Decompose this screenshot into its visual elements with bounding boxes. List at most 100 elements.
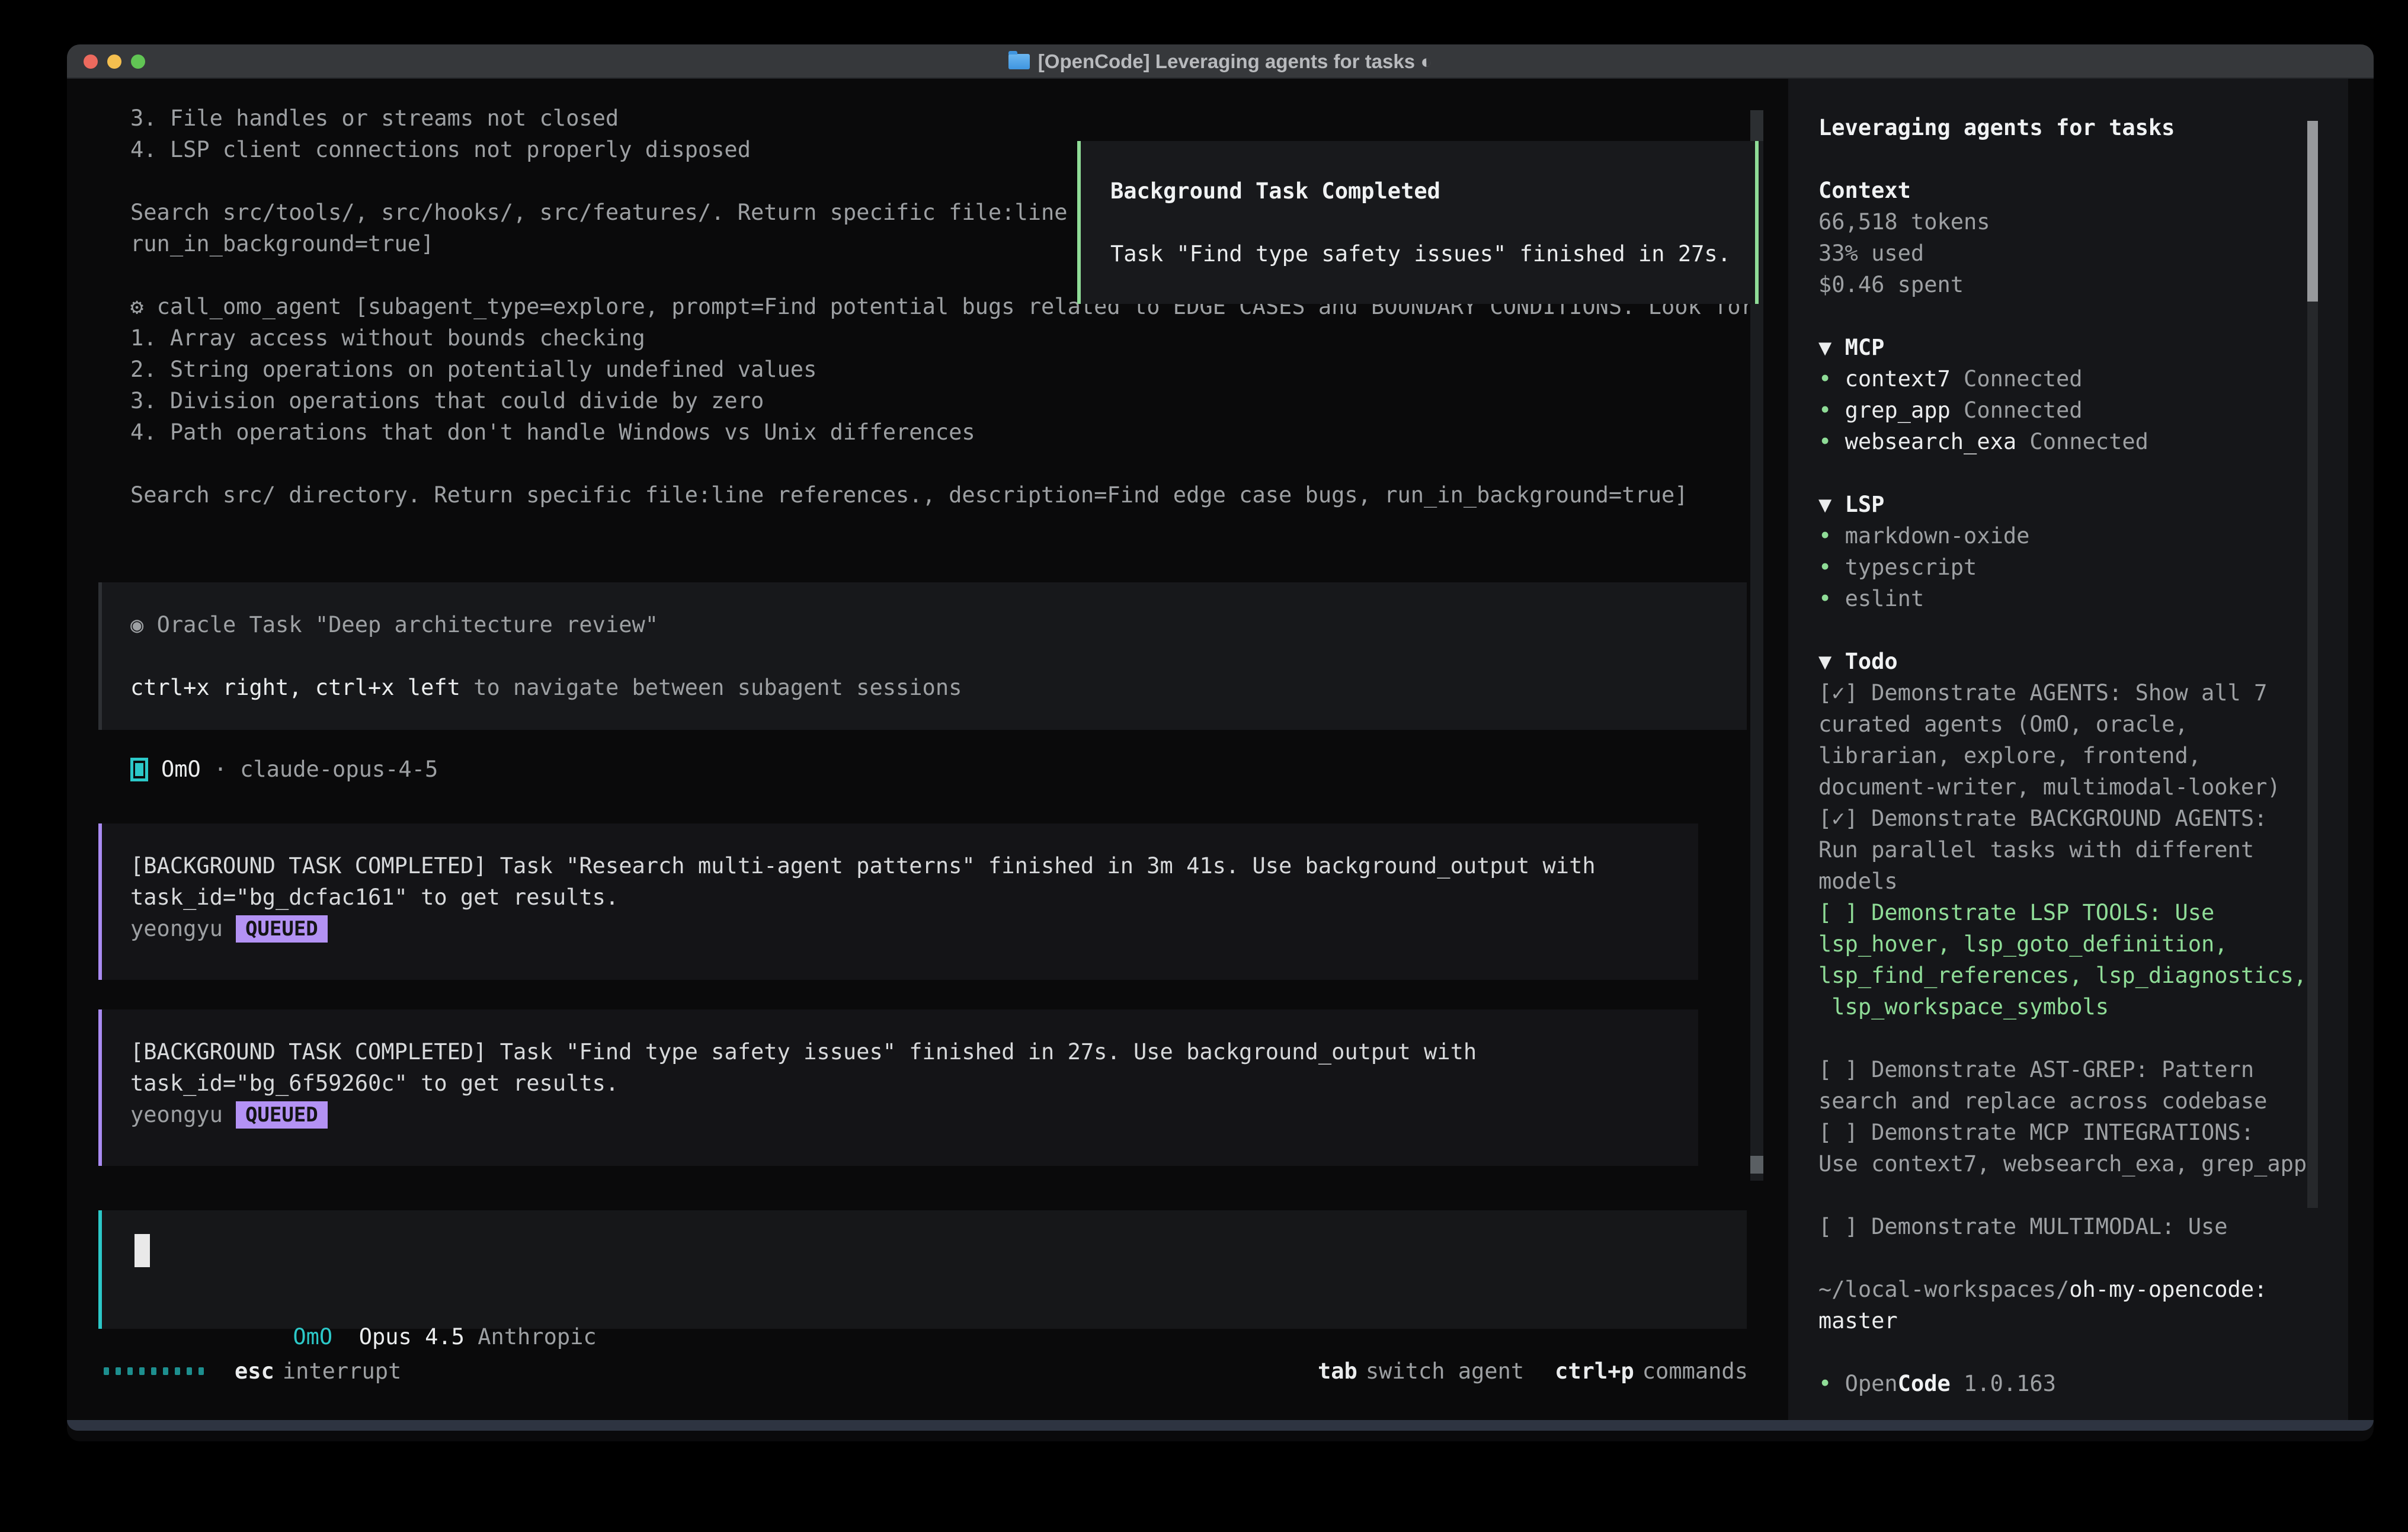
bullet-icon: • [1818,555,1845,580]
terminal-line: curated agents (OmO, oracle, [1818,709,2348,740]
agent-model: claude-opus-4-5 [240,754,438,785]
text-segment: 4. LSP client connections not properly d… [130,137,751,162]
text-segment: Demonstrate BACKGROUND AGENTS: [1871,806,2267,831]
terminal-line: librarian, explore, frontend, [1818,740,2348,771]
sidebar-scrollbar-thumb[interactable] [2307,121,2318,302]
sidebar-scrollbar-track[interactable] [2307,302,2318,1208]
text-segment: Connected [2016,429,2148,454]
text-segment: grep_app [1845,398,1951,423]
terminal-line [1818,614,2348,646]
text-segment: curated agents (OmO, oracle, [1818,711,2188,737]
text-segment: ctrl+x right, ctrl+x left [130,675,460,700]
text-segment: 2. String operations on potentially unde… [130,357,816,382]
terminal-line: lsp_find_references, lsp_diagnostics, [1818,960,2348,991]
shortcut-hint: ctrl+pcommands [1555,1355,1748,1387]
gear-icon: ⚙ [130,294,157,319]
text-segment: ~/local-workspaces/ [1818,1277,2069,1302]
terminal-line: 1. Array access without bounds checking [130,322,1781,354]
text-segment: Run parallel tasks with different [1818,837,2254,863]
input-meta: OmO Opus 4.5 Anthropic [135,1290,1747,1321]
input-model: Opus 4.5 [359,1324,465,1350]
text-segment: markdown-oxide [1845,523,2030,549]
prompt-input[interactable]: OmO Opus 4.5 Anthropic [98,1210,1747,1329]
oracle-task-panel: ◉ Oracle Task "Deep architecture review"… [98,582,1747,730]
bullet-icon: • [1818,586,1845,611]
record-icon: ◉ [130,612,157,637]
terminal-line: Search src/ directory. Return specific f… [130,479,1781,511]
spinner-dot [116,1367,121,1375]
text-segment: Code [1898,1371,1951,1396]
terminal-line [130,448,1781,479]
text-segment: Demonstrate MCP INTEGRATIONS: [1871,1120,2254,1145]
text-segment: 3. File handles or streams not closed [130,105,619,131]
text-segment: lsp_workspace_symbols [1818,994,2109,1020]
terminal-line: lsp_workspace_symbols [1818,991,2348,1023]
text-segment: Demonstrate MULTIMODAL: Use [1871,1214,2227,1239]
text-segment: Demonstrate LSP TOOLS: Use [1871,900,2214,925]
terminal-line [1818,1023,2348,1054]
bullet-icon: • [1818,523,1845,549]
text-segment: typescript [1845,555,1977,580]
spinner-dots [104,1367,204,1375]
agent-session-header: OmO · claude-opus-4-5 [130,754,1781,785]
terminal-line: • typescript [1818,552,2348,583]
terminal-line: [ ] Demonstrate MCP INTEGRATIONS: [1818,1117,2348,1148]
terminal-line: [ ] Demonstrate AST-GREP: Pattern [1818,1054,2348,1085]
notification-toast: Background Task Completed Task "Find typ… [1077,141,1759,304]
chevron-down-icon: ▼ [1818,335,1845,360]
terminal-line: [BACKGROUND TASK COMPLETED] Task "Find t… [130,1036,1698,1068]
text-segment: 4. Path operations that don't handle Win… [130,419,975,445]
title-area: [OpenCode] Leveraging agents for tasks ◐ [67,44,2374,79]
main-scrollbar-thumb[interactable] [1750,1156,1763,1174]
terminal-line: ▼ MCP [1818,332,2348,363]
spinner-dot [198,1367,204,1375]
terminal-line: [ ] Demonstrate MULTIMODAL: Use [1818,1211,2348,1242]
spinner-dot [187,1367,192,1375]
terminal-line: search and replace across codebase [1818,1085,2348,1117]
terminal-line: document-writer, multimodal-looker) [1818,771,2348,803]
checkbox-checked-icon: [✓] [1818,806,1871,831]
text-segment: Leveraging agents for tasks [1818,115,2175,140]
terminal-line: • websearch_exa Connected [1818,426,2348,457]
terminal-line: [ ] Demonstrate LSP TOOLS: Use [1818,897,2348,928]
terminal-line: Leveraging agents for tasks [1818,112,2348,143]
terminal-line: • context7 Connected [1818,363,2348,395]
text-segment: lsp_find_references, lsp_diagnostics, [1818,963,2307,988]
spinner-dot [139,1367,145,1375]
window-content: 3. File handles or streams not closed 4. … [67,79,2374,1431]
text-segment: search and replace across codebase [1818,1088,2267,1114]
text-segment: LSP [1845,492,1885,517]
text-segment: Open [1845,1371,1898,1396]
terminal-line [1818,1242,2348,1274]
text-segment: [BACKGROUND TASK COMPLETED] Task "Find t… [130,1039,1477,1065]
main-scrollbar-thumb-top[interactable] [1750,110,1763,141]
background-task-block: [BACKGROUND TASK COMPLETED] Task "Resear… [98,823,1698,980]
shortcut-label: commands [1642,1358,1748,1384]
text-segment: oh-my-opencode: [2069,1277,2267,1302]
text-segment: document-writer, multimodal-looker) [1818,774,2281,800]
input-provider: Anthropic [478,1324,596,1350]
agent-name: OmO [161,754,201,785]
terminal-line: • OpenCode 1.0.163 [1818,1368,2348,1399]
terminal-line: • grep_app Connected [1818,395,2348,426]
terminal-line: • eslint [1818,583,2348,614]
terminal-line: Run parallel tasks with different [1818,834,2348,866]
terminal-line: [BACKGROUND TASK COMPLETED] Task "Resear… [130,850,1698,882]
text-segment: Connected [1951,366,2083,392]
text-segment: Todo [1845,649,1898,674]
text-segment: task_id="bg_dcfac161" to get results. [130,884,619,910]
chevron-down-icon: ▼ [1818,649,1845,674]
text-segment: Context [1818,178,1911,203]
terminal-line: lsp_hover, lsp_goto_definition, [1818,928,2348,960]
status-badge: QUEUED [236,1101,328,1129]
terminal-line: • markdown-oxide [1818,520,2348,552]
terminal-line: master [1818,1305,2348,1337]
bullet-icon: • [1818,1371,1845,1396]
terminal-line: 33% used [1818,238,2348,269]
checkbox-unchecked-icon: [ ] [1818,1057,1871,1082]
terminal-line [1818,143,2348,175]
text-segment: Search src/tools/, src/hooks/, src/featu… [130,200,1068,225]
text-segment: 1.0.163 [1951,1371,2056,1396]
esc-key-hint: esc [235,1355,274,1387]
terminal-line: 3. Division operations that could divide… [130,385,1781,416]
